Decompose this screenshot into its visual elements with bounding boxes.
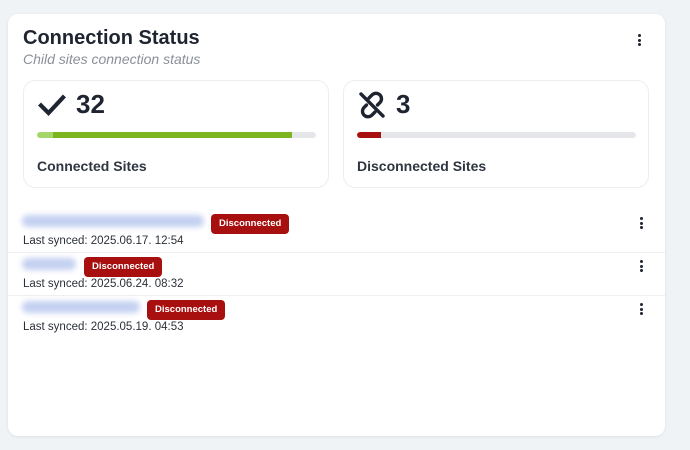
connection-status-widget: Connection Status Child sites connection… (8, 14, 665, 436)
site-name-redacted (22, 301, 140, 313)
checkmark-icon (38, 94, 66, 117)
disconnected-sites-card[interactable]: 3 Disconnected Sites (343, 80, 649, 188)
site-row[interactable]: Disconnected Last synced: 2025.06.17. 12… (8, 210, 665, 253)
widget-menu-kebab-icon[interactable] (633, 33, 645, 47)
site-menu-kebab-icon[interactable] (635, 302, 647, 316)
connected-sites-label: Connected Sites (37, 158, 147, 174)
last-synced-text: Last synced: 2025.05.19. 04:53 (23, 321, 184, 333)
site-menu-kebab-icon[interactable] (635, 259, 647, 273)
disconnected-progress-bar (357, 132, 636, 138)
connected-count: 32 (76, 89, 105, 119)
site-row[interactable]: Disconnected Last synced: 2025.05.19. 04… (8, 296, 665, 338)
site-menu-kebab-icon[interactable] (635, 216, 647, 230)
disconnected-sites-label: Disconnected Sites (357, 158, 487, 174)
widget-subtitle: Child sites connection status (23, 51, 201, 67)
widget-title: Connection Status (23, 27, 200, 49)
broken-link-icon (359, 91, 385, 119)
site-list: Disconnected Last synced: 2025.06.17. 12… (8, 210, 665, 338)
connected-progress-fill (37, 132, 292, 138)
site-name-redacted (22, 258, 76, 270)
status-badge: Disconnected (84, 257, 163, 277)
site-row[interactable]: Disconnected Last synced: 2025.06.24. 08… (8, 253, 665, 296)
disconnected-count: 3 (396, 89, 411, 119)
status-badge: Disconnected (147, 300, 226, 320)
connected-sites-card[interactable]: 32 Connected Sites (23, 80, 329, 188)
status-badge: Disconnected (211, 214, 290, 234)
site-name-redacted (22, 215, 204, 227)
disconnected-progress-fill (357, 132, 381, 138)
last-synced-text: Last synced: 2025.06.24. 08:32 (23, 278, 184, 290)
connected-progress-bar (37, 132, 316, 138)
last-synced-text: Last synced: 2025.06.17. 12:54 (23, 235, 184, 247)
